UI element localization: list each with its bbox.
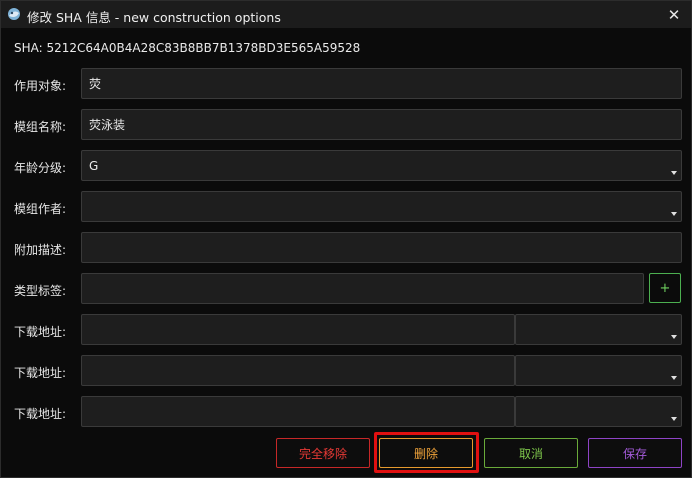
- save-button[interactable]: 保存: [588, 438, 682, 468]
- download-url-input[interactable]: [81, 314, 515, 345]
- age-rating-label: 年龄分级:: [14, 161, 67, 175]
- type-tags-input[interactable]: [81, 273, 644, 304]
- remove-all-button[interactable]: 完全移除: [276, 438, 370, 468]
- sha-value: SHA: 5212C64A0B4A28C83B8BB7B1378BD3E565A…: [14, 41, 361, 55]
- age-rating-select[interactable]: G: [81, 150, 682, 181]
- download-source-select[interactable]: [515, 314, 682, 345]
- download-label: 下载地址:: [14, 366, 67, 380]
- chevron-down-icon[interactable]: [671, 335, 677, 339]
- chevron-down-icon[interactable]: [671, 376, 677, 380]
- window-title: 修改 SHA 信息 - new construction options: [27, 10, 281, 25]
- description-input[interactable]: [81, 232, 682, 263]
- chevron-down-icon[interactable]: [671, 417, 677, 421]
- chevron-down-icon[interactable]: [671, 171, 677, 175]
- download-url-input[interactable]: [81, 396, 515, 427]
- download-source-select[interactable]: [515, 355, 682, 386]
- add-tag-button[interactable]: +: [649, 273, 681, 303]
- close-icon[interactable]: ✕: [663, 4, 685, 25]
- mod-name-input[interactable]: 荧泳装: [81, 109, 682, 140]
- mod-author-label: 模组作者:: [14, 202, 67, 216]
- download-label: 下载地址:: [14, 407, 67, 421]
- download-url-input[interactable]: [81, 355, 515, 386]
- title-bar[interactable]: 修改 SHA 信息 - new construction options ✕: [1, 1, 691, 28]
- download-source-select[interactable]: [515, 396, 682, 427]
- delete-button[interactable]: 删除: [379, 438, 473, 468]
- dialog-window: 修改 SHA 信息 - new construction options ✕ S…: [0, 0, 692, 478]
- target-label: 作用对象:: [14, 79, 67, 93]
- mod-author-select[interactable]: [81, 191, 682, 222]
- type-tags-label: 类型标签:: [14, 284, 67, 298]
- chevron-down-icon[interactable]: [671, 212, 677, 216]
- cancel-button[interactable]: 取消: [484, 438, 578, 468]
- target-value: 荧: [89, 77, 102, 91]
- app-logo-icon: [6, 6, 22, 22]
- target-input[interactable]: 荧: [81, 68, 682, 99]
- mod-name-value: 荧泳装: [89, 118, 126, 132]
- mod-name-label: 模组名称:: [14, 120, 67, 134]
- description-label: 附加描述:: [14, 243, 67, 257]
- age-rating-value: G: [89, 158, 99, 173]
- download-label: 下载地址:: [14, 325, 67, 339]
